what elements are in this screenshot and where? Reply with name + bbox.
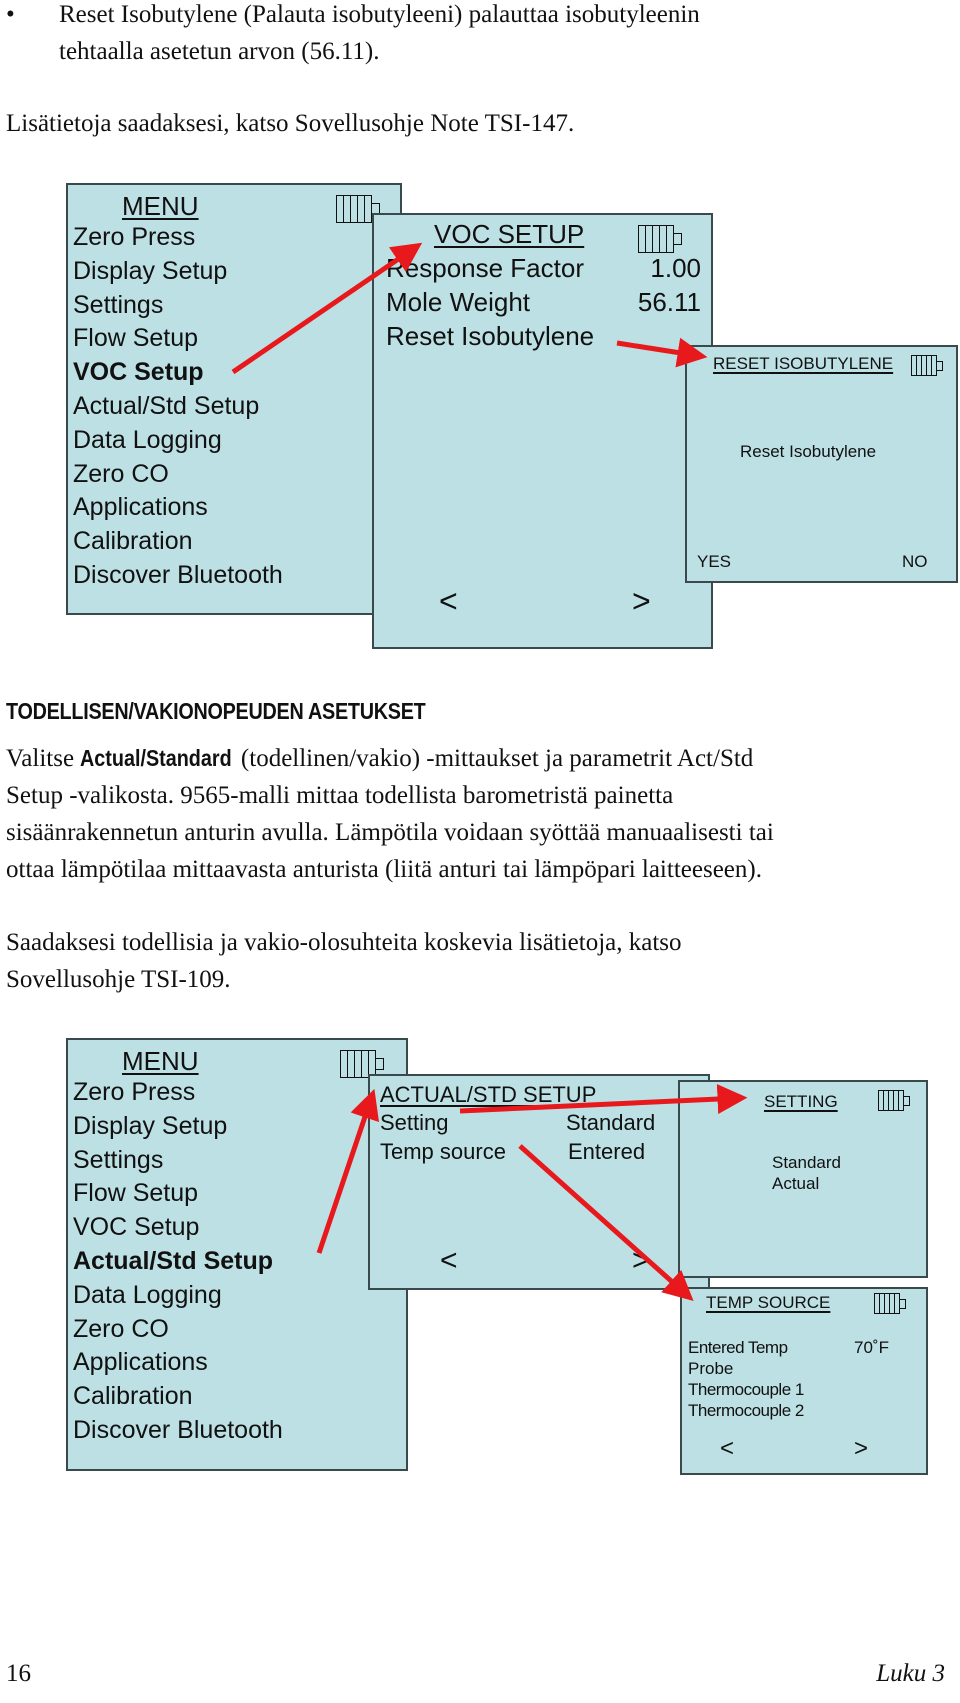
response-factor-value: 1.00 [650, 253, 701, 283]
reset-isobutylene-screen: RESET ISOBUTYLENE Reset Isobutylene YES … [685, 345, 958, 583]
temp-option-thermocouple-2[interactable]: Thermocouple 2 [688, 1401, 804, 1421]
voc-setup-screen: VOC SETUP Response Factor 1.00 Mole Weig… [372, 213, 713, 649]
menu-item-actual-std-setup[interactable]: Actual/Std Setup [73, 1247, 273, 1276]
paragraph-1-line-3: sisäänrakennetun anturin avulla. Lämpöti… [6, 819, 774, 846]
menu-item-discover-bluetooth[interactable]: Discover Bluetooth [73, 1416, 283, 1445]
nav-next-button[interactable]: > [632, 1244, 650, 1278]
setting-option-standard[interactable]: Standard [772, 1153, 841, 1173]
nav-next-button[interactable]: > [854, 1435, 868, 1463]
p1-text: (todellinen/vakio) -mittaukset ja parame… [234, 745, 754, 772]
battery-icon [911, 355, 943, 376]
temp-option-probe[interactable]: Probe [688, 1359, 733, 1379]
response-factor-label[interactable]: Response Factor [386, 253, 584, 284]
battery-icon [878, 1090, 910, 1111]
mole-weight-value: 56.11 [637, 287, 701, 317]
menu-item-zero-co[interactable]: Zero CO [73, 1315, 169, 1344]
temp-option-thermocouple-1[interactable]: Thermocouple 1 [688, 1380, 804, 1400]
menu-item-data-logging[interactable]: Data Logging [73, 426, 222, 455]
no-button[interactable]: NO [902, 552, 928, 572]
yes-button[interactable]: YES [697, 552, 731, 572]
menu-item-display-setup[interactable]: Display Setup [73, 1112, 227, 1141]
setting-title: SETTING [764, 1092, 838, 1111]
nav-prev-button[interactable]: < [720, 1435, 734, 1463]
nav-next-button[interactable]: > [632, 583, 651, 620]
mole-weight-label[interactable]: Mole Weight [386, 287, 530, 318]
actual-std-setup-title: ACTUAL/STD SETUP [380, 1082, 597, 1107]
p1-bold-term: Actual/Standard [80, 745, 232, 771]
reset-isobutylene-title: RESET ISOBUTYLENE [713, 354, 894, 373]
menu-item-zero-press[interactable]: Zero Press [73, 223, 195, 252]
more-info-text: Lisätietoja saadaksesi, katso Sovellusoh… [6, 110, 575, 137]
menu-item-calibration[interactable]: Calibration [73, 1382, 193, 1411]
section-heading: TODELLISEN/VAKIONOPEUDEN ASETUKSET [6, 698, 426, 724]
menu-item-data-logging[interactable]: Data Logging [73, 1281, 222, 1310]
bullet-text-line1: Reset Isobutylene (Palauta isobutyleeni)… [59, 1, 700, 28]
setting-screen: SETTING Standard Actual [678, 1080, 928, 1278]
setting-label[interactable]: Setting [380, 1110, 449, 1136]
temp-source-label[interactable]: Temp source [380, 1139, 506, 1165]
menu-item-voc-setup[interactable]: VOC Setup [73, 358, 204, 387]
voc-setup-title: VOC SETUP [434, 219, 585, 249]
temp-option-entered[interactable]: Entered Temp [688, 1338, 788, 1358]
p1-text: Valitse [6, 745, 81, 772]
chapter-label: Luku 3 [876, 1660, 945, 1687]
menu-screen: MENU Zero Press Display Setup Settings Flow… [66, 183, 402, 615]
menu-item-settings[interactable]: Settings [73, 1146, 163, 1175]
setting-value: Standard [566, 1110, 656, 1135]
temp-source-title: TEMP SOURCE [706, 1293, 831, 1312]
paragraph-1-line-2: Setup -valikosta. 9565-malli mittaa tode… [6, 782, 674, 809]
paragraph-1-line-1: Valitse Actual/Standard (todellinen/vaki… [6, 740, 753, 777]
menu-item-flow-setup[interactable]: Flow Setup [73, 324, 198, 353]
menu-item-applications[interactable]: Applications [73, 1348, 208, 1377]
paragraph-1-line-4: ottaa lämpötilaa mittaavasta anturista (… [6, 856, 762, 883]
paragraph-2-line-2: Sovellusohje TSI-109. [6, 966, 231, 993]
menu-item-zero-co[interactable]: Zero CO [73, 460, 169, 489]
battery-icon [638, 225, 682, 253]
setting-option-actual[interactable]: Actual [772, 1174, 819, 1194]
battery-icon [874, 1293, 906, 1314]
reset-message: Reset Isobutylene [740, 442, 877, 461]
bullet-marker: • [6, 1, 15, 28]
paragraph-2-line-1: Saadaksesi todellisia ja vakio-olosuhtei… [6, 929, 682, 956]
actual-std-setup-screen: ACTUAL/STD SETUP Setting Standard Temp s… [368, 1074, 710, 1290]
nav-prev-button[interactable]: < [439, 583, 458, 620]
page-number: 16 [6, 1660, 31, 1687]
menu-item-voc-setup[interactable]: VOC Setup [73, 1213, 199, 1242]
menu-item-calibration[interactable]: Calibration [73, 527, 193, 556]
menu-item-actual-std-setup[interactable]: Actual/Std Setup [73, 392, 259, 421]
reset-isobutylene-label[interactable]: Reset Isobutylene [386, 321, 594, 352]
menu-item-zero-press[interactable]: Zero Press [73, 1078, 195, 1107]
temp-source-value: Entered [568, 1139, 646, 1164]
menu-screen: MENU Zero Press Display Setup Settings Flow… [66, 1038, 408, 1471]
menu-title: MENU [122, 191, 199, 221]
menu-item-display-setup[interactable]: Display Setup [73, 257, 227, 286]
menu-item-flow-setup[interactable]: Flow Setup [73, 1179, 198, 1208]
menu-item-applications[interactable]: Applications [73, 493, 208, 522]
menu-title: MENU [122, 1046, 199, 1076]
nav-prev-button[interactable]: < [440, 1244, 458, 1278]
entered-temp-value: 70˚F [854, 1338, 889, 1357]
menu-item-settings[interactable]: Settings [73, 291, 163, 320]
temp-source-screen: TEMP SOURCE Entered Temp 70˚F Probe Ther… [680, 1287, 928, 1475]
bullet-text-line2: tehtaalla asetetun arvon (56.11). [59, 38, 380, 65]
menu-item-discover-bluetooth[interactable]: Discover Bluetooth [73, 561, 283, 590]
